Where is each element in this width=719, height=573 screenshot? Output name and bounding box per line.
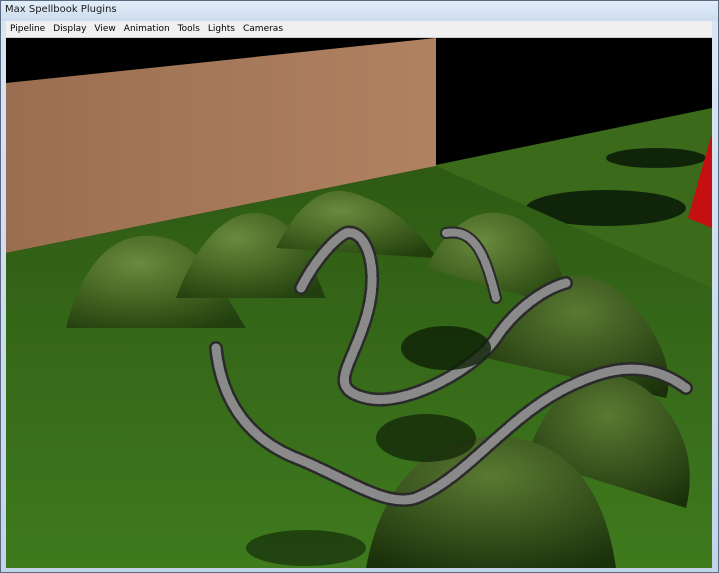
scene-render: [6, 38, 712, 568]
window-title: Max Spellbook Plugins: [5, 4, 117, 15]
menu-tools[interactable]: Tools: [174, 21, 204, 37]
menu-pipeline[interactable]: Pipeline: [6, 21, 49, 37]
menu-view[interactable]: View: [90, 21, 119, 37]
menu-lights[interactable]: Lights: [204, 21, 239, 37]
shadow: [246, 530, 366, 566]
shadow: [606, 148, 706, 168]
menu-display[interactable]: Display: [49, 21, 90, 37]
3d-viewport[interactable]: [6, 38, 712, 568]
menu-cameras[interactable]: Cameras: [239, 21, 287, 37]
title-bar[interactable]: Max Spellbook Plugins: [1, 1, 718, 21]
app-window: Max Spellbook Plugins Pipeline Display V…: [0, 0, 719, 573]
menu-bar: Pipeline Display View Animation Tools Li…: [6, 21, 712, 38]
shadow: [376, 414, 476, 462]
shadow: [401, 326, 491, 370]
menu-animation[interactable]: Animation: [120, 21, 174, 37]
